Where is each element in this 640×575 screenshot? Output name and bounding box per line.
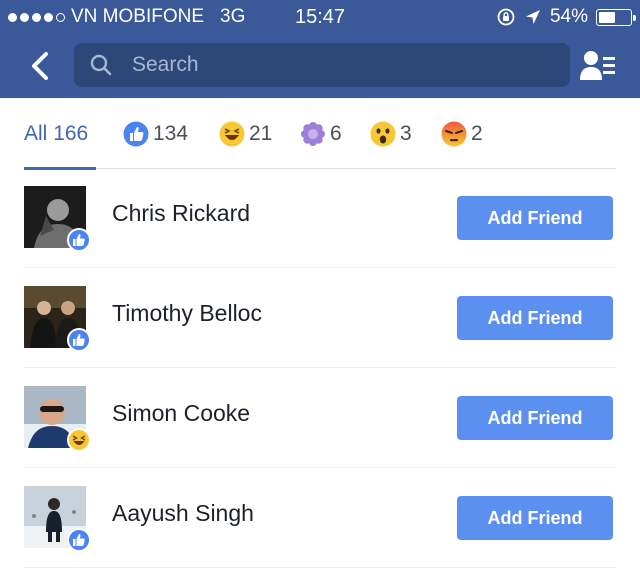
location-arrow-icon [525,10,540,24]
navigation-bar [0,34,640,98]
battery-icon [596,8,636,26]
tab-wow[interactable]: 3 [370,98,412,169]
tab-all-label: All [24,121,48,145]
friends-list-icon [580,51,615,80]
reaction-tabs: All 166 134 21 6 3 2 [24,98,616,170]
tab-thankful[interactable]: 6 [300,98,342,169]
haha-icon [67,428,91,452]
add-friend-button[interactable]: Add Friend [457,296,613,340]
tab-all-count: 166 [53,121,89,145]
back-button[interactable] [22,48,58,84]
add-friend-button[interactable]: Add Friend [457,196,613,240]
status-right: 54% [496,6,636,28]
thankful-flower-icon [300,121,326,147]
list-item[interactable]: Timothy Belloc Add Friend [24,268,616,368]
chevron-left-icon [32,52,48,80]
tab-angry[interactable]: 2 [441,98,483,169]
tab-thankful-count: 6 [330,121,342,145]
friends-list-button[interactable] [578,46,618,86]
add-friend-button[interactable]: Add Friend [457,496,613,540]
search-icon [88,52,114,78]
person-name[interactable]: Simon Cooke [112,400,250,427]
like-icon [67,528,91,552]
tab-angry-count: 2 [471,121,483,145]
list-item[interactable]: Aayush Singh Add Friend [24,468,616,568]
rotation-lock-icon [497,8,515,26]
angry-icon [441,121,467,147]
tab-haha[interactable]: 21 [219,98,272,169]
like-icon [123,121,149,147]
tab-wow-count: 3 [400,121,412,145]
person-name[interactable]: Timothy Belloc [112,300,262,327]
battery-percent: 54% [549,6,588,27]
haha-icon [219,121,245,147]
tab-haha-count: 21 [249,121,273,145]
tab-like[interactable]: 134 [123,98,188,169]
tab-like-count: 134 [153,121,189,145]
search-bar[interactable] [74,43,570,87]
like-icon [67,328,91,352]
list-item[interactable]: Chris Rickard Add Friend [24,168,616,268]
person-name[interactable]: Aayush Singh [112,500,254,527]
like-icon [67,228,91,252]
wow-icon [370,121,396,147]
status-bar: VN MOBIFONE 3G 15:47 54% [0,0,640,34]
search-input[interactable] [132,53,552,77]
tab-all[interactable]: All 166 [24,98,88,169]
person-name[interactable]: Chris Rickard [112,200,250,227]
list-item[interactable]: Simon Cooke Add Friend [24,368,616,468]
add-friend-button[interactable]: Add Friend [457,396,613,440]
